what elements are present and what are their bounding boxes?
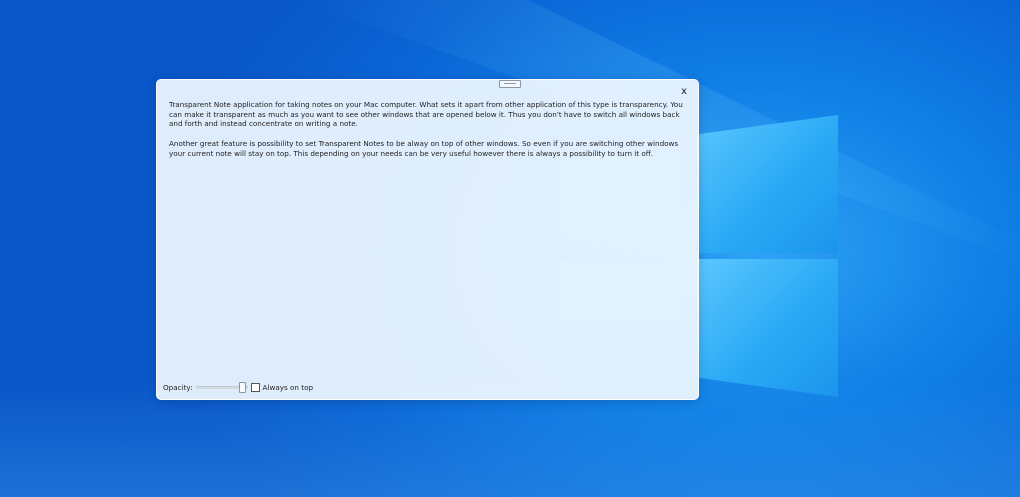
note-paragraph: Transparent Note application for taking … xyxy=(169,100,683,129)
note-footer: Opacity: Always on top xyxy=(163,382,314,393)
transparent-note-window: x Transparent Note application for takin… xyxy=(156,79,699,400)
note-text-area[interactable]: Transparent Note application for taking … xyxy=(169,100,689,168)
note-paragraph: Another great feature is possibility to … xyxy=(169,138,679,158)
windows-logo-pane-bottom-right xyxy=(697,259,838,397)
windows-logo-pane-top-right xyxy=(697,115,838,253)
opacity-slider-thumb[interactable] xyxy=(239,382,247,393)
always-on-top-label[interactable]: Always on top xyxy=(263,383,314,392)
drag-handle-icon[interactable] xyxy=(499,80,521,88)
close-button[interactable]: x xyxy=(681,86,687,97)
opacity-slider[interactable] xyxy=(195,382,248,393)
always-on-top-checkbox[interactable] xyxy=(250,382,260,392)
opacity-label: Opacity: xyxy=(163,382,193,392)
